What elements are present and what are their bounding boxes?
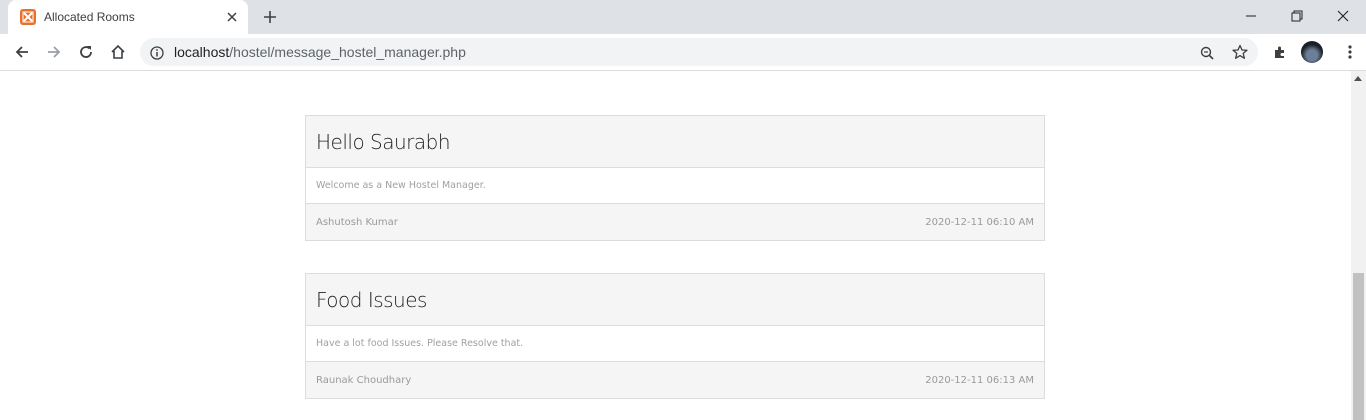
restore-icon[interactable] [1274,0,1320,32]
message-date: 2020-12-11 06:13 AM [925,374,1034,386]
back-icon[interactable] [10,40,34,64]
message-footer: Raunak Choudhary 2020-12-11 06:13 AM [306,362,1044,398]
url-host: localhost [174,44,230,60]
address-bar[interactable]: localhost/hostel/message_hostel_manager.… [140,38,1258,66]
close-icon[interactable] [224,9,240,25]
browser-toolbar: localhost/hostel/message_hostel_manager.… [0,34,1366,71]
tab-title: Allocated Rooms [44,10,135,24]
message-text: Have a lot food Issues. Please Resolve t… [316,338,524,349]
home-icon[interactable] [106,40,130,64]
message-text: Welcome as a New Hostel Manager. [316,180,486,191]
window-close-icon[interactable] [1320,0,1366,32]
message-body: Have a lot food Issues. Please Resolve t… [306,326,1044,362]
message-body: Welcome as a New Hostel Manager. [306,168,1044,204]
url-path: /hostel/message_hostel_manager.php [229,44,466,60]
forward-icon[interactable] [42,40,66,64]
reload-icon[interactable] [74,40,98,64]
page-content: Hello Saurabh Welcome as a New Hostel Ma… [0,71,1351,420]
page-scrollbar[interactable] [1351,71,1366,420]
menu-icon[interactable] [1338,40,1362,64]
message-card: Food Issues Have a lot food Issues. Plea… [305,273,1045,399]
minimize-icon[interactable] [1228,0,1274,32]
message-author: Raunak Choudhary [316,374,412,386]
new-tab-button[interactable] [258,7,282,27]
xampp-icon [20,9,36,25]
site-info-icon[interactable] [150,45,164,64]
message-author: Ashutosh Kumar [316,216,398,228]
scroll-up-icon[interactable] [1354,76,1362,81]
message-title: Hello Saurabh [316,129,451,154]
tab-strip: Allocated Rooms [0,0,1366,34]
tab-allocated-rooms[interactable]: Allocated Rooms [8,0,248,34]
message-card: Hello Saurabh Welcome as a New Hostel Ma… [305,115,1045,241]
extensions-icon[interactable] [1268,40,1292,64]
star-icon[interactable] [1232,44,1248,64]
message-title: Food Issues [316,287,427,312]
message-header: Food Issues [306,274,1044,326]
zoom-icon[interactable] [1200,45,1214,64]
scrollbar-thumb[interactable] [1353,273,1364,420]
message-header: Hello Saurabh [306,116,1044,168]
message-date: 2020-12-11 06:10 AM [925,216,1034,228]
avatar[interactable] [1301,41,1323,63]
url-text: localhost/hostel/message_hostel_manager.… [174,44,466,60]
message-footer: Ashutosh Kumar 2020-12-11 06:10 AM [306,204,1044,240]
